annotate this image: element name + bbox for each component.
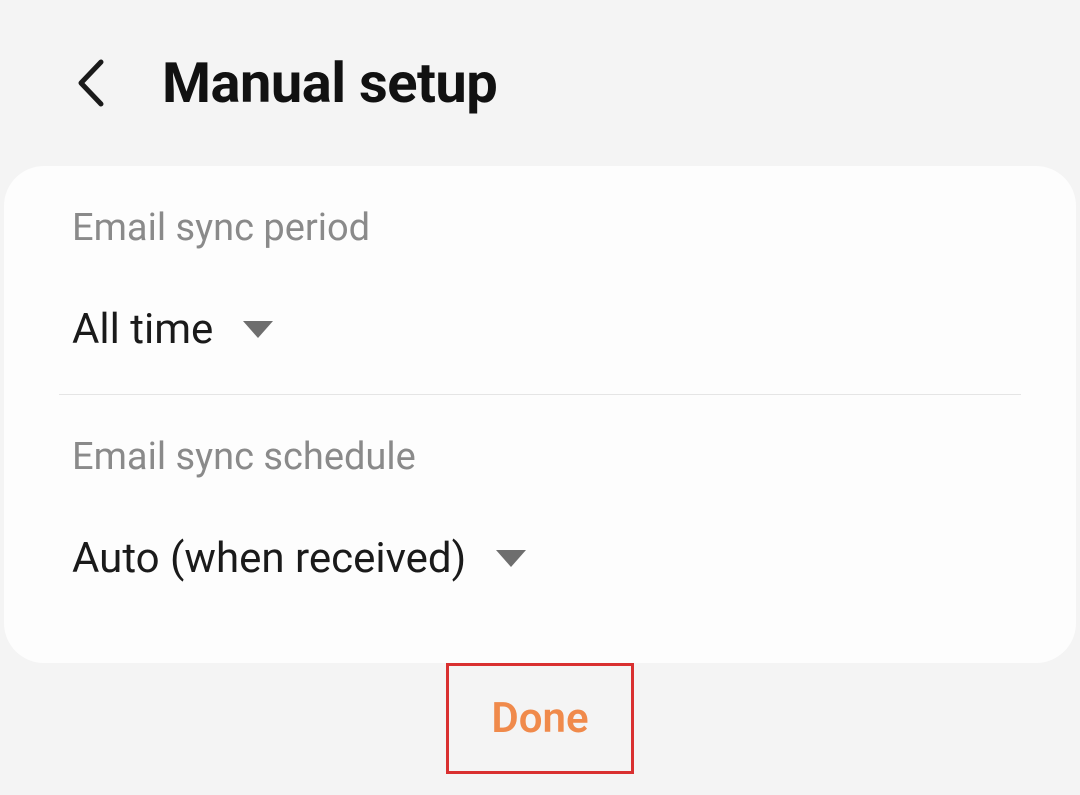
back-button[interactable] — [75, 58, 107, 108]
setting-sync-period: Email sync period All time — [4, 206, 1076, 394]
sync-schedule-label: Email sync schedule — [72, 435, 1008, 479]
setting-sync-schedule: Email sync schedule Auto (when received) — [4, 395, 1076, 623]
sync-period-label: Email sync period — [72, 206, 1008, 250]
sync-schedule-value: Auto (when received) — [72, 534, 466, 583]
page-title: Manual setup — [162, 50, 497, 116]
settings-card: Email sync period All time Email sync sc… — [4, 166, 1076, 663]
sync-schedule-dropdown[interactable]: Auto (when received) — [72, 534, 1008, 583]
chevron-down-icon — [496, 550, 526, 567]
sync-period-dropdown[interactable]: All time — [72, 305, 1008, 354]
sync-period-value: All time — [72, 305, 213, 354]
chevron-down-icon — [243, 321, 273, 338]
done-wrapper: Done — [0, 663, 1080, 774]
header-bar: Manual setup — [0, 0, 1080, 166]
done-button[interactable]: Done — [446, 663, 633, 774]
chevron-left-icon — [75, 58, 107, 108]
